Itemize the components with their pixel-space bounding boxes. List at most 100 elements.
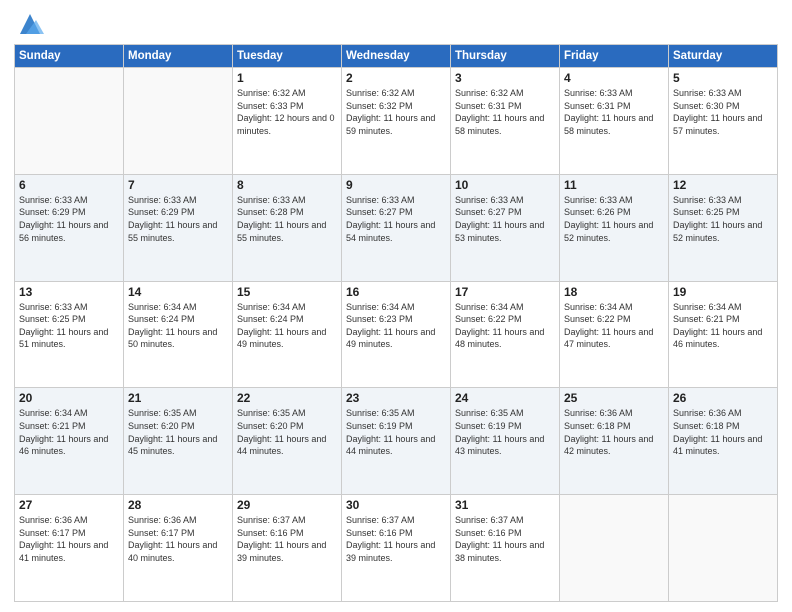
day-detail: Sunrise: 6:37 AM Sunset: 6:16 PM Dayligh… xyxy=(455,514,555,564)
day-of-week-header: Saturday xyxy=(669,45,778,68)
day-detail: Sunrise: 6:33 AM Sunset: 6:27 PM Dayligh… xyxy=(346,194,446,244)
calendar-day-cell: 10 Sunrise: 6:33 AM Sunset: 6:27 PM Dayli… xyxy=(451,174,560,281)
calendar-table: SundayMondayTuesdayWednesdayThursdayFrid… xyxy=(14,44,778,602)
calendar-day-cell: 6Sunrise: 6:33 AM Sunset: 6:29 PM Daylig… xyxy=(15,174,124,281)
day-number: 12 xyxy=(673,178,773,192)
day-detail: Sunrise: 6:34 AM Sunset: 6:21 PM Dayligh… xyxy=(19,407,119,457)
day-detail: Sunrise: 6:33 AM Sunset: 6:28 PM Dayligh… xyxy=(237,194,337,244)
day-detail: Sunrise: 6:32 AM Sunset: 6:32 PM Dayligh… xyxy=(346,87,446,137)
page-container: SundayMondayTuesdayWednesdayThursdayFrid… xyxy=(0,0,792,612)
day-number: 15 xyxy=(237,285,337,299)
day-of-week-header: Wednesday xyxy=(342,45,451,68)
day-of-week-header: Thursday xyxy=(451,45,560,68)
day-detail: Sunrise: 6:34 AM Sunset: 6:22 PM Dayligh… xyxy=(564,301,664,351)
day-number: 11 xyxy=(564,178,664,192)
calendar-week-row: 27 Sunrise: 6:36 AM Sunset: 6:17 PM Dayli… xyxy=(15,495,778,602)
calendar-day-cell: 7 Sunrise: 6:33 AM Sunset: 6:29 PM Daylig… xyxy=(124,174,233,281)
day-number: 21 xyxy=(128,391,228,405)
day-detail: Sunrise: 6:34 AM Sunset: 6:24 PM Dayligh… xyxy=(128,301,228,351)
calendar-day-cell: 2Sunrise: 6:32 AM Sunset: 6:32 PM Daylig… xyxy=(342,68,451,175)
calendar-day-cell: 20Sunrise: 6:34 AM Sunset: 6:21 PM Dayli… xyxy=(15,388,124,495)
calendar-day-cell: 28 Sunrise: 6:36 AM Sunset: 6:17 PM Dayli… xyxy=(124,495,233,602)
day-number: 4 xyxy=(564,71,664,85)
day-detail: Sunrise: 6:36 AM Sunset: 6:18 PM Dayligh… xyxy=(564,407,664,457)
day-detail: Sunrise: 6:33 AM Sunset: 6:27 PM Dayligh… xyxy=(455,194,555,244)
day-detail: Sunrise: 6:32 AM Sunset: 6:31 PM Dayligh… xyxy=(455,87,555,137)
day-number: 17 xyxy=(455,285,555,299)
calendar-day-cell: 5 Sunrise: 6:33 AM Sunset: 6:30 PM Daylig… xyxy=(669,68,778,175)
day-detail: Sunrise: 6:35 AM Sunset: 6:19 PM Dayligh… xyxy=(455,407,555,457)
day-detail: Sunrise: 6:35 AM Sunset: 6:20 PM Dayligh… xyxy=(237,407,337,457)
day-detail: Sunrise: 6:32 AM Sunset: 6:33 PM Dayligh… xyxy=(237,87,337,137)
day-number: 1 xyxy=(237,71,337,85)
day-detail: Sunrise: 6:37 AM Sunset: 6:16 PM Dayligh… xyxy=(237,514,337,564)
day-number: 26 xyxy=(673,391,773,405)
day-number: 16 xyxy=(346,285,446,299)
day-number: 13 xyxy=(19,285,119,299)
day-number: 18 xyxy=(564,285,664,299)
day-number: 24 xyxy=(455,391,555,405)
day-number: 29 xyxy=(237,498,337,512)
day-number: 8 xyxy=(237,178,337,192)
logo-icon xyxy=(16,10,44,38)
calendar-day-cell: 21 Sunrise: 6:35 AM Sunset: 6:20 PM Dayli… xyxy=(124,388,233,495)
day-detail: Sunrise: 6:36 AM Sunset: 6:18 PM Dayligh… xyxy=(673,407,773,457)
calendar-day-cell xyxy=(124,68,233,175)
day-detail: Sunrise: 6:35 AM Sunset: 6:20 PM Dayligh… xyxy=(128,407,228,457)
logo xyxy=(14,10,44,38)
calendar-day-cell: 22 Sunrise: 6:35 AM Sunset: 6:20 PM Dayli… xyxy=(233,388,342,495)
day-number: 3 xyxy=(455,71,555,85)
calendar-day-cell: 8 Sunrise: 6:33 AM Sunset: 6:28 PM Daylig… xyxy=(233,174,342,281)
day-number: 7 xyxy=(128,178,228,192)
day-number: 5 xyxy=(673,71,773,85)
calendar-day-cell: 31 Sunrise: 6:37 AM Sunset: 6:16 PM Dayli… xyxy=(451,495,560,602)
day-number: 14 xyxy=(128,285,228,299)
calendar-day-cell: 16 Sunrise: 6:34 AM Sunset: 6:23 PM Dayli… xyxy=(342,281,451,388)
day-detail: Sunrise: 6:34 AM Sunset: 6:23 PM Dayligh… xyxy=(346,301,446,351)
day-number: 27 xyxy=(19,498,119,512)
day-detail: Sunrise: 6:33 AM Sunset: 6:29 PM Dayligh… xyxy=(19,194,119,244)
calendar-header-row: SundayMondayTuesdayWednesdayThursdayFrid… xyxy=(15,45,778,68)
calendar-day-cell: 14 Sunrise: 6:34 AM Sunset: 6:24 PM Dayli… xyxy=(124,281,233,388)
calendar-day-cell: 11 Sunrise: 6:33 AM Sunset: 6:26 PM Dayli… xyxy=(560,174,669,281)
calendar-week-row: 6Sunrise: 6:33 AM Sunset: 6:29 PM Daylig… xyxy=(15,174,778,281)
calendar-day-cell: 3 Sunrise: 6:32 AM Sunset: 6:31 PM Daylig… xyxy=(451,68,560,175)
day-number: 30 xyxy=(346,498,446,512)
day-number: 9 xyxy=(346,178,446,192)
calendar-day-cell: 4Sunrise: 6:33 AM Sunset: 6:31 PM Daylig… xyxy=(560,68,669,175)
calendar-day-cell: 27 Sunrise: 6:36 AM Sunset: 6:17 PM Dayli… xyxy=(15,495,124,602)
calendar-day-cell: 24 Sunrise: 6:35 AM Sunset: 6:19 PM Dayli… xyxy=(451,388,560,495)
day-detail: Sunrise: 6:33 AM Sunset: 6:26 PM Dayligh… xyxy=(564,194,664,244)
calendar-day-cell: 13 Sunrise: 6:33 AM Sunset: 6:25 PM Dayli… xyxy=(15,281,124,388)
day-number: 28 xyxy=(128,498,228,512)
day-number: 22 xyxy=(237,391,337,405)
day-number: 10 xyxy=(455,178,555,192)
calendar-day-cell: 29 Sunrise: 6:37 AM Sunset: 6:16 PM Dayli… xyxy=(233,495,342,602)
day-detail: Sunrise: 6:34 AM Sunset: 6:22 PM Dayligh… xyxy=(455,301,555,351)
day-of-week-header: Tuesday xyxy=(233,45,342,68)
calendar-week-row: 13 Sunrise: 6:33 AM Sunset: 6:25 PM Dayli… xyxy=(15,281,778,388)
calendar-day-cell: 19 Sunrise: 6:34 AM Sunset: 6:21 PM Dayli… xyxy=(669,281,778,388)
day-of-week-header: Monday xyxy=(124,45,233,68)
calendar-day-cell: 9 Sunrise: 6:33 AM Sunset: 6:27 PM Daylig… xyxy=(342,174,451,281)
day-detail: Sunrise: 6:33 AM Sunset: 6:29 PM Dayligh… xyxy=(128,194,228,244)
day-detail: Sunrise: 6:33 AM Sunset: 6:30 PM Dayligh… xyxy=(673,87,773,137)
day-of-week-header: Sunday xyxy=(15,45,124,68)
day-detail: Sunrise: 6:33 AM Sunset: 6:25 PM Dayligh… xyxy=(19,301,119,351)
day-detail: Sunrise: 6:36 AM Sunset: 6:17 PM Dayligh… xyxy=(19,514,119,564)
day-number: 23 xyxy=(346,391,446,405)
calendar-week-row: 20Sunrise: 6:34 AM Sunset: 6:21 PM Dayli… xyxy=(15,388,778,495)
header xyxy=(14,10,778,38)
day-detail: Sunrise: 6:34 AM Sunset: 6:24 PM Dayligh… xyxy=(237,301,337,351)
calendar-day-cell: 25Sunrise: 6:36 AM Sunset: 6:18 PM Dayli… xyxy=(560,388,669,495)
day-detail: Sunrise: 6:35 AM Sunset: 6:19 PM Dayligh… xyxy=(346,407,446,457)
day-detail: Sunrise: 6:36 AM Sunset: 6:17 PM Dayligh… xyxy=(128,514,228,564)
calendar-day-cell: 15 Sunrise: 6:34 AM Sunset: 6:24 PM Dayli… xyxy=(233,281,342,388)
day-number: 31 xyxy=(455,498,555,512)
calendar-week-row: 1 Sunrise: 6:32 AM Sunset: 6:33 PM Daylig… xyxy=(15,68,778,175)
calendar-day-cell: 30Sunrise: 6:37 AM Sunset: 6:16 PM Dayli… xyxy=(342,495,451,602)
day-of-week-header: Friday xyxy=(560,45,669,68)
day-number: 19 xyxy=(673,285,773,299)
day-detail: Sunrise: 6:34 AM Sunset: 6:21 PM Dayligh… xyxy=(673,301,773,351)
calendar-day-cell: 12Sunrise: 6:33 AM Sunset: 6:25 PM Dayli… xyxy=(669,174,778,281)
